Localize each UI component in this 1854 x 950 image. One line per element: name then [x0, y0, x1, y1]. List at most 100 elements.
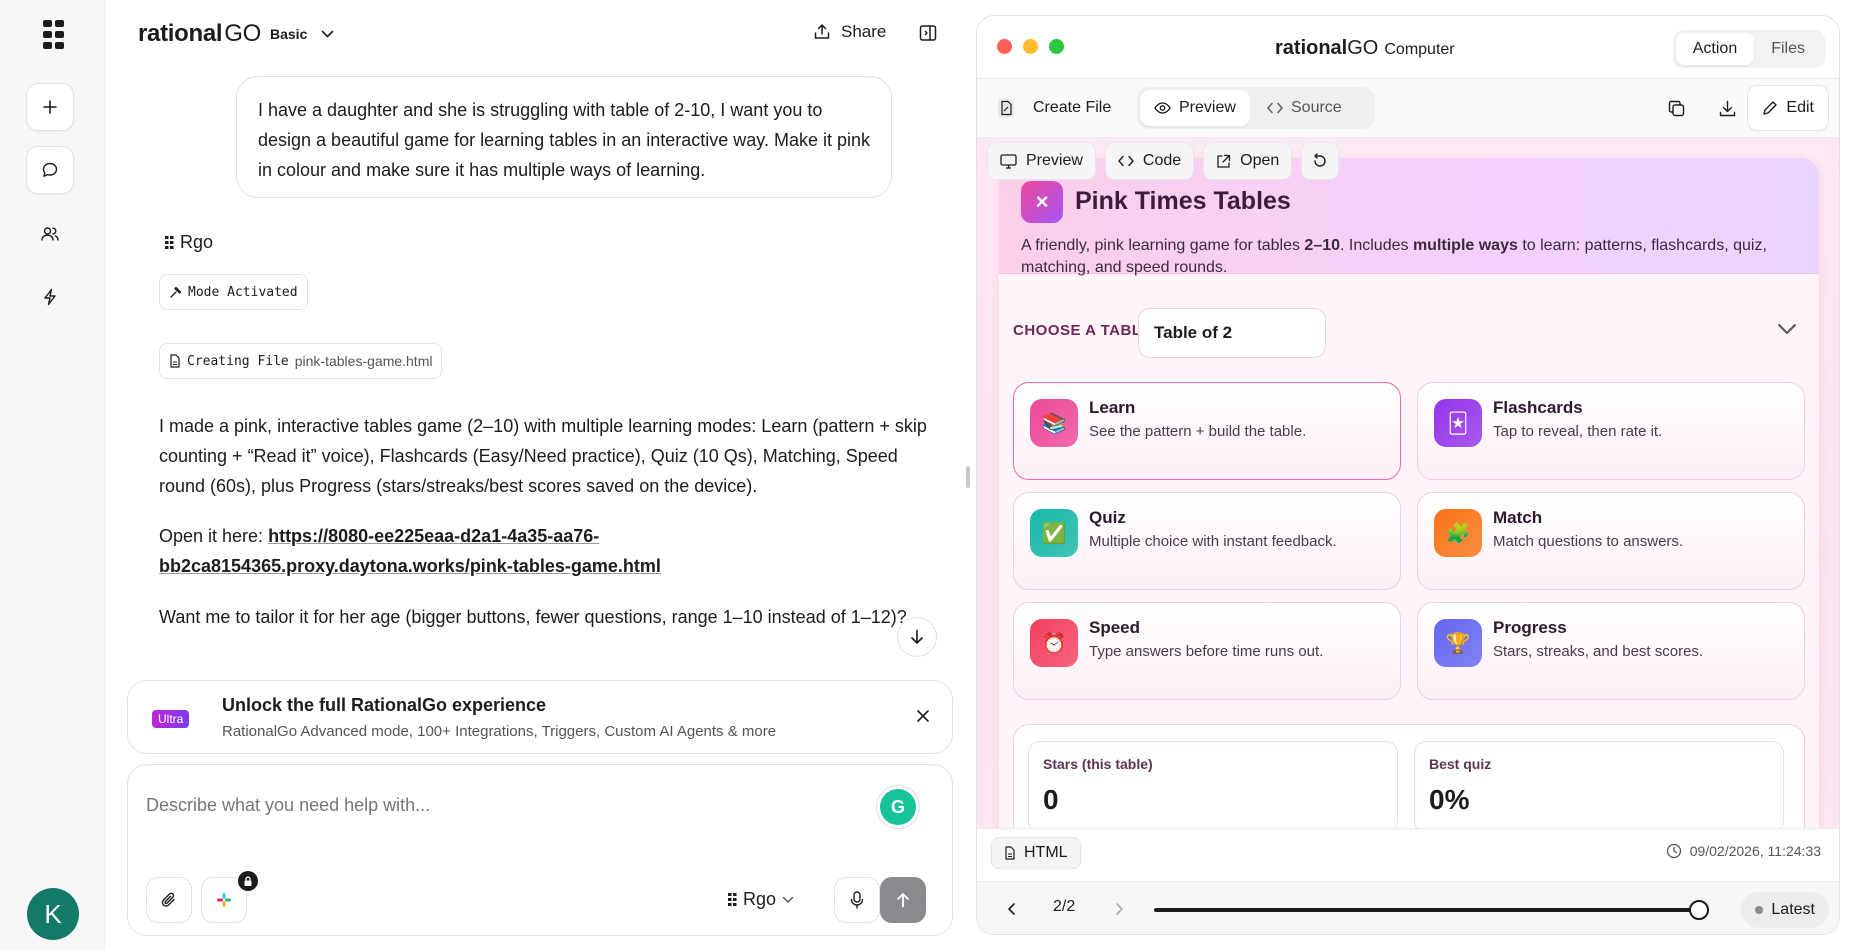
triggers-button[interactable] — [26, 273, 74, 321]
history-slider-track[interactable] — [1154, 908, 1709, 912]
upsell-subtitle: RationalGo Advanced mode, 100+ Integrati… — [222, 723, 777, 740]
chats-button[interactable] — [26, 146, 74, 194]
tab-files[interactable]: Files — [1754, 33, 1822, 65]
hammer-icon — [170, 286, 182, 298]
view-switcher: Action Files — [1672, 30, 1825, 68]
chevron-down-icon[interactable] — [1777, 322, 1797, 340]
computer-footer: HTML 09/02/2026, 11:24:33 2/2 Latest — [977, 828, 1839, 934]
rgo-logo-icon — [165, 235, 174, 249]
lock-icon — [238, 871, 258, 891]
copy-icon — [1668, 100, 1684, 116]
panel-resize-handle[interactable] — [966, 466, 970, 488]
history-navigator: 2/2 Latest — [977, 881, 1839, 934]
left-rail: K — [0, 0, 105, 950]
tab-action[interactable]: Action — [1675, 33, 1755, 65]
panel-toggle-button[interactable] — [919, 24, 937, 47]
maximize-window-dot[interactable] — [1049, 39, 1064, 54]
source-toggle-button[interactable]: Source — [1253, 89, 1356, 127]
preview-tab-code[interactable]: Code — [1104, 142, 1195, 180]
copy-button[interactable] — [1657, 89, 1695, 127]
paperclip-icon — [161, 892, 175, 907]
minimize-window-dot[interactable] — [1023, 39, 1038, 54]
attach-button[interactable] — [146, 877, 192, 923]
preview-tab-preview[interactable]: Preview — [987, 142, 1096, 180]
table-select[interactable]: Table of 2 — [1138, 308, 1326, 358]
cards-icon: 🃏 — [1434, 399, 1482, 447]
clock-icon — [1666, 843, 1681, 859]
preview-tabs: Preview Code Open — [987, 142, 1340, 180]
mode-card-learn[interactable]: 📚 Learn See the pattern + build the tabl… — [1013, 382, 1401, 480]
agents-button[interactable] — [26, 210, 74, 258]
trophy-icon: 🏆 — [1434, 619, 1482, 667]
next-step-button[interactable] — [1115, 902, 1124, 921]
mode-tag-label: Mode Activated — [188, 284, 298, 300]
pencil-icon — [1763, 101, 1778, 115]
app-logo-icon[interactable] — [43, 20, 65, 50]
send-button[interactable] — [880, 877, 926, 923]
game-description: A friendly, pink learning game for table… — [1021, 237, 1767, 276]
mode-activated-tag[interactable]: Mode Activated — [159, 274, 308, 310]
model-label: Rgo — [743, 889, 777, 909]
timestamp: 09/02/2026, 11:24:33 — [1666, 843, 1821, 859]
preview-area: Preview Code Open × Pink Times Tables A … — [977, 138, 1839, 828]
microphone-icon — [850, 891, 864, 909]
mode-card-quiz[interactable]: ✅ Quiz Multiple choice with instant feed… — [1013, 492, 1401, 590]
code-icon — [1117, 155, 1134, 167]
check-icon: ✅ — [1030, 509, 1078, 557]
creating-file-tag[interactable]: Creating File pink-tables-game.html — [159, 343, 443, 379]
chevron-down-icon — [322, 30, 334, 38]
timer-icon: ⏰ — [1030, 619, 1078, 667]
user-message: I have a daughter and she is struggling … — [236, 76, 892, 198]
grammarly-button[interactable]: G — [880, 789, 916, 825]
computer-title: rationalGO Computer — [1275, 37, 1455, 59]
download-icon — [1719, 100, 1735, 116]
refresh-icon — [1314, 153, 1326, 167]
share-button[interactable]: Share — [813, 22, 886, 42]
chat-bubble-icon — [42, 162, 58, 177]
preview-toggle-button[interactable]: Preview — [1140, 90, 1250, 126]
assistant-reply-question: Want me to tailor it for her age (bigger… — [159, 607, 907, 627]
arrow-up-icon — [897, 893, 909, 908]
refresh-button[interactable] — [1301, 142, 1340, 180]
file-tag-name: pink-tables-game.html — [294, 353, 433, 369]
plan-selector[interactable]: Basic — [270, 26, 334, 42]
history-slider-handle[interactable] — [1689, 900, 1709, 920]
preview-tab-open[interactable]: Open — [1203, 142, 1293, 180]
previous-step-button[interactable] — [1007, 902, 1016, 921]
external-link-icon — [1217, 154, 1231, 168]
stat-best-quiz: Best quiz 0% — [1414, 741, 1784, 828]
users-icon — [41, 227, 59, 241]
plan-label: Basic — [270, 26, 308, 42]
message-input[interactable] — [146, 795, 766, 816]
scroll-to-bottom-button[interactable] — [897, 617, 937, 657]
mode-card-flashcards[interactable]: 🃏 Flashcards Tap to reveal, then rate it… — [1417, 382, 1805, 480]
model-selector[interactable]: Rgo — [728, 889, 794, 910]
file-toolbar: Create File Preview Source Edit — [977, 78, 1839, 138]
edit-button[interactable]: Edit — [1747, 85, 1829, 131]
download-button[interactable] — [1708, 89, 1746, 127]
upsell-title: Unlock the full RationalGo experience — [222, 695, 547, 715]
upsell-close-button[interactable] — [916, 709, 930, 728]
rgo-logo-icon — [728, 892, 737, 906]
latest-button[interactable]: Latest — [1741, 892, 1829, 928]
voice-button[interactable] — [834, 877, 880, 923]
mode-card-progress[interactable]: 🏆 Progress Stars, streaks, and best scor… — [1417, 602, 1805, 700]
sidebar-panel-icon — [919, 25, 937, 41]
message-composer: G Rgo — [127, 764, 953, 936]
eye-icon — [1154, 102, 1171, 114]
stats-panel: Stars (this table) 0 Best quiz 0% — [1013, 724, 1805, 828]
share-icon — [814, 24, 830, 39]
code-icon — [1267, 102, 1283, 114]
chevron-down-icon — [782, 896, 794, 903]
mode-card-match[interactable]: 🧩 Match Match questions to answers. — [1417, 492, 1805, 590]
user-avatar[interactable]: K — [27, 888, 79, 940]
close-window-dot[interactable] — [997, 39, 1012, 54]
window-controls — [997, 39, 1064, 54]
computer-panel: rationalGO Computer Action Files Create … — [976, 15, 1840, 935]
game-preview: × Pink Times Tables A friendly, pink lea… — [999, 158, 1819, 828]
lightning-icon — [44, 288, 56, 306]
new-chat-button[interactable] — [26, 83, 74, 131]
step-counter: 2/2 — [1053, 898, 1076, 915]
upsell-banner[interactable]: Ultra Unlock the full RationalGo experie… — [127, 680, 953, 754]
mode-card-speed[interactable]: ⏰ Speed Type answers before time runs ou… — [1013, 602, 1401, 700]
